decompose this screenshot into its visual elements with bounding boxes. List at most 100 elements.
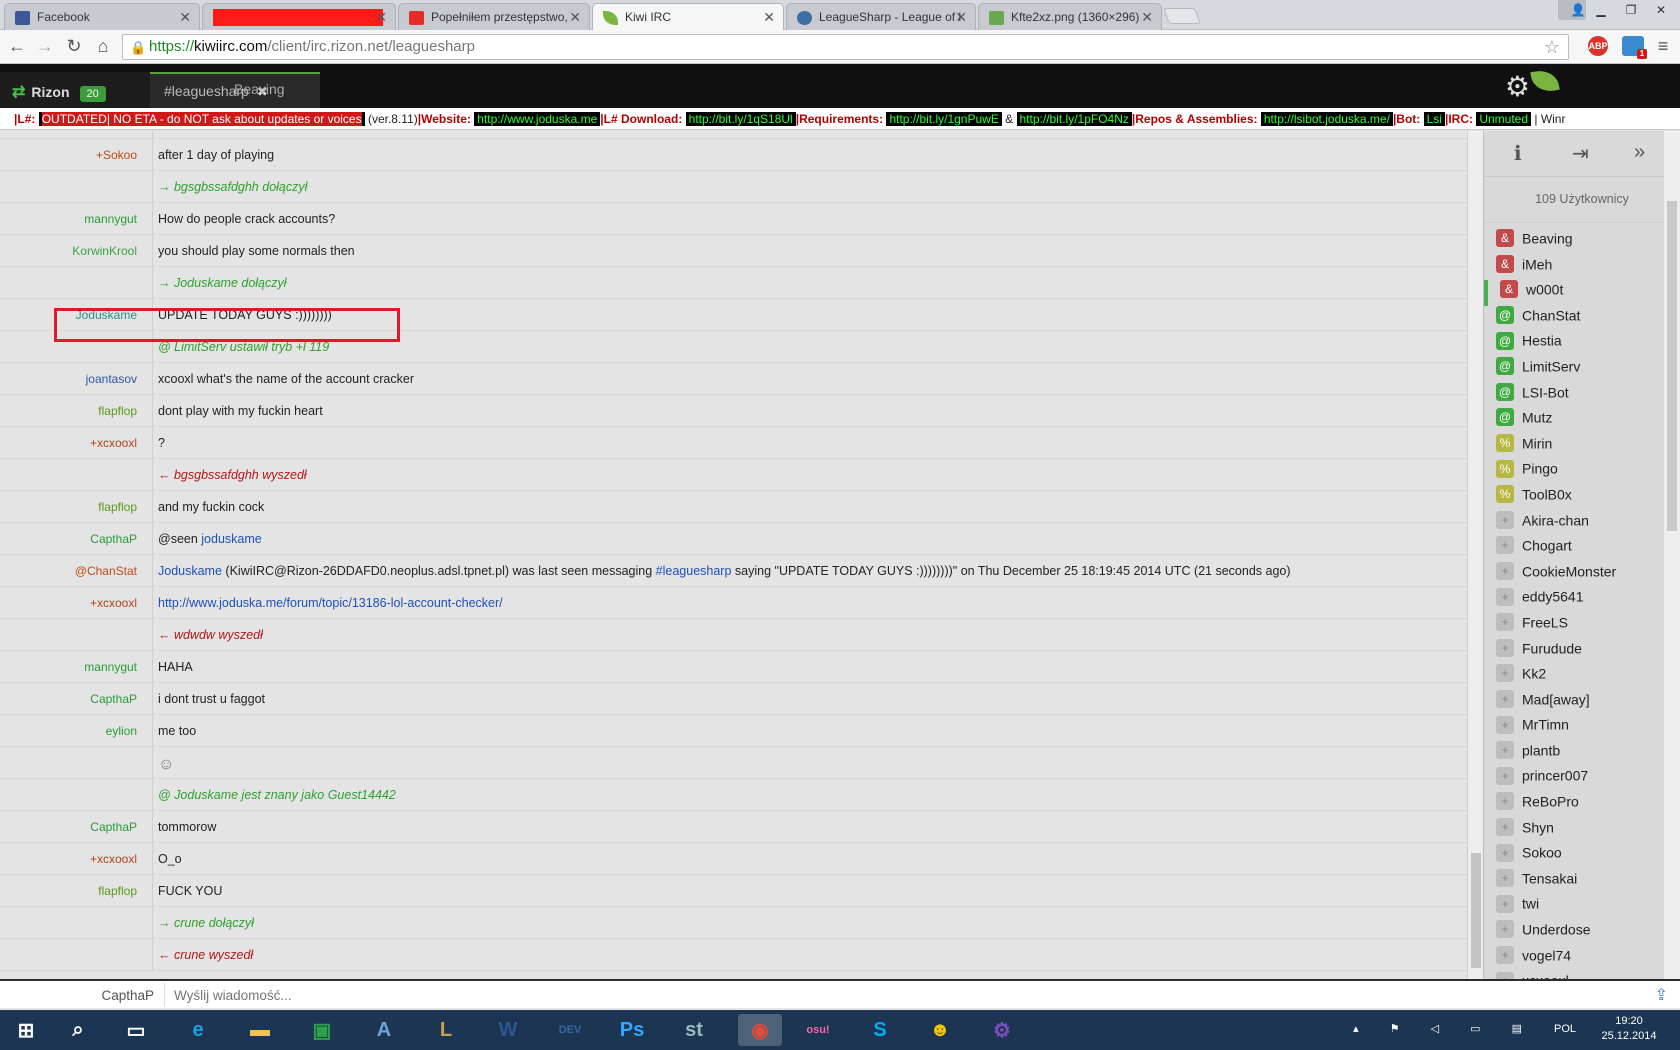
message-nick[interactable]: CapthaP [0, 811, 145, 843]
word-icon[interactable]: W [486, 1014, 530, 1046]
message-nick[interactable]: KorwinKrool [0, 235, 145, 267]
user-list-item[interactable]: + MrTimn [1484, 715, 1680, 741]
close-tab-icon[interactable]: ✕ [375, 9, 387, 26]
user-list-item[interactable]: + Akira-chan [1484, 510, 1680, 537]
user-list-item[interactable]: + CookieMonster [1484, 562, 1680, 588]
query-tab-beaving[interactable]: Beaving [220, 72, 320, 108]
adblock-plus-icon[interactable]: ABP [1588, 36, 1608, 56]
minimize-button[interactable]: ▁ [1586, 0, 1616, 20]
topic-website-link[interactable]: http://www.joduska.me [474, 112, 601, 126]
ie-icon[interactable]: e [176, 1014, 220, 1046]
user-list-item[interactable]: @ Hestia [1484, 331, 1680, 357]
skype-icon[interactable]: S [858, 1014, 902, 1046]
topic-repos-link[interactable]: http://lsibot.joduska.me/ [1260, 112, 1393, 126]
message-nick[interactable]: joantasov [0, 363, 145, 395]
message-nick[interactable]: +xcxooxl [0, 587, 145, 619]
network-tab-rizon[interactable]: ⇄ Rizon 20 [0, 72, 150, 108]
topic-requirements-link-1[interactable]: http://bit.ly/1gnPuwE [886, 112, 1002, 126]
current-nick[interactable]: CapthaP [0, 983, 165, 1007]
extension-icon[interactable]: 1 [1622, 36, 1647, 59]
user-list-item[interactable]: & iMeh [1484, 254, 1680, 281]
message-nick[interactable]: mannygut [0, 203, 145, 235]
back-arrow-icon[interactable]: ← [6, 35, 28, 57]
user-list-item[interactable]: + princer007 [1484, 766, 1680, 792]
user-list-item[interactable]: + Kk2 [1484, 664, 1680, 690]
browser-tab-kiwi[interactable]: Kiwi IRC ✕ [592, 3, 784, 31]
user-list-item[interactable]: % Mirin [1484, 434, 1680, 460]
channel-link[interactable]: #leaguesharp [656, 564, 732, 578]
tray-icons[interactable]: ▴ ⚑ ◁ ▭ ▤ [1353, 1022, 1536, 1035]
settings-gear-icon[interactable]: ⚙ [1505, 70, 1530, 103]
reload-icon[interactable]: ↻ [63, 35, 85, 57]
user-list-item[interactable]: + Sokoo [1484, 843, 1680, 869]
message-scrollbar[interactable] [1467, 131, 1483, 979]
message-nick[interactable]: CapthaP [0, 523, 145, 555]
leave-channel-icon[interactable]: ⇥ [1572, 141, 1589, 166]
close-tab-icon[interactable]: ✕ [955, 9, 967, 26]
user-list-item[interactable]: + Mad[away] [1484, 689, 1680, 716]
user-list-item[interactable]: + eddy5641 [1484, 587, 1680, 613]
league-icon[interactable]: L [424, 1014, 468, 1046]
user-list-item[interactable]: + twi [1484, 894, 1680, 920]
browser-tab-redacted[interactable]: ✕ [202, 3, 396, 30]
message-nick[interactable]: flapflop [0, 491, 145, 523]
new-tab-button[interactable] [1163, 8, 1201, 24]
explorer-icon[interactable]: ▬ [238, 1014, 282, 1046]
photoshop-icon[interactable]: Ps [610, 1014, 654, 1046]
user-list-item[interactable]: + plantb [1484, 741, 1680, 767]
user-list-item[interactable]: + Tensakai [1484, 869, 1680, 895]
message-nick[interactable]: +xcxooxl [0, 427, 145, 459]
user-list-item[interactable]: % ToolB0x [1484, 485, 1680, 511]
search-icon[interactable]: ⌕ [56, 1014, 100, 1046]
close-window-button[interactable]: ✕ [1646, 0, 1676, 20]
sublime-icon[interactable]: st [672, 1014, 716, 1046]
input-language[interactable]: POL [1554, 1023, 1576, 1035]
restore-button[interactable]: ❐ [1616, 0, 1646, 20]
message-link[interactable]: http://www.joduska.me/forum/topic/13186-… [158, 596, 503, 610]
browser-tab-facebook[interactable]: Facebook ✕ [4, 3, 200, 30]
close-tab-icon[interactable]: ✕ [569, 9, 581, 26]
nick-link[interactable]: Joduskame [158, 564, 222, 578]
chrome-icon[interactable]: ◉ [738, 1014, 782, 1046]
user-list-item[interactable]: % Pingo [1484, 459, 1680, 485]
close-tab-icon[interactable]: ✕ [179, 9, 191, 26]
message-input[interactable] [170, 984, 1650, 1006]
user-list-item[interactable]: + Chogart [1484, 536, 1680, 562]
clock[interactable]: 19:20 25.12.2014 [1594, 1014, 1664, 1044]
info-icon[interactable]: ℹ [1514, 141, 1522, 166]
user-list-item[interactable]: +xcxooxl [1484, 971, 1680, 979]
message-nick[interactable]: eylion [0, 715, 145, 747]
osu-icon[interactable]: osu! [796, 1014, 840, 1046]
cyberghost-icon[interactable]: ☻ [918, 1014, 962, 1046]
user-list-item[interactable]: + vogel74 [1484, 945, 1680, 972]
user-list-item[interactable]: + Furudude [1484, 638, 1680, 665]
user-list-item[interactable]: & Beaving [1484, 229, 1680, 255]
settings-icon[interactable]: ⚙ [980, 1014, 1024, 1046]
browser-tab-leaguesharp[interactable]: LeagueSharp - League of l ✕ [786, 3, 976, 30]
address-bar[interactable]: 🔒 https://kiwiirc.com/client/irc.rizon.n… [122, 34, 1569, 60]
forward-arrow-icon[interactable]: → [34, 35, 56, 57]
close-tab-icon[interactable]: ✕ [763, 9, 775, 26]
message-nick[interactable]: CapthaP [0, 683, 145, 715]
browser-tab-youtube[interactable]: Popełniłem przestępstwo, ✕ [398, 3, 590, 30]
message-scrollbar-thumb[interactable] [1471, 853, 1481, 968]
message-nick[interactable]: mannygut [0, 651, 145, 683]
profile-icon[interactable]: 👤 [1558, 0, 1586, 20]
browser-tab-image[interactable]: Kfte2xz.png (1360×296) ✕ [978, 3, 1162, 30]
sidebar-scrollbar-thumb[interactable] [1667, 201, 1677, 531]
user-list-item[interactable]: + FreeLS [1484, 613, 1680, 639]
task-view-icon[interactable]: ▭ [114, 1014, 158, 1046]
message-nick[interactable]: flapflop [0, 395, 145, 427]
start-button[interactable]: ⊞ [4, 1014, 48, 1046]
message-link[interactable]: joduskame [201, 532, 261, 546]
message-list[interactable]: +Sokoo after 1 day of playing → bgsgbssafd… [0, 131, 1467, 979]
user-list-item[interactable]: @ Mutz [1484, 408, 1680, 434]
topic-download-link[interactable]: http://bit.ly/1qS18Ul [685, 112, 796, 126]
bookmark-star-icon[interactable]: ☆ [1544, 37, 1560, 58]
user-list-item[interactable]: + Shyn [1484, 817, 1680, 844]
close-tab-icon[interactable]: ✕ [1141, 9, 1153, 26]
sidebar-scrollbar[interactable] [1664, 131, 1680, 979]
user-list-item[interactable]: + Underdose [1484, 920, 1680, 946]
user-list-item[interactable]: @ LimitServ [1484, 357, 1680, 383]
user-list-item[interactable]: @ ChanStat [1484, 306, 1680, 332]
